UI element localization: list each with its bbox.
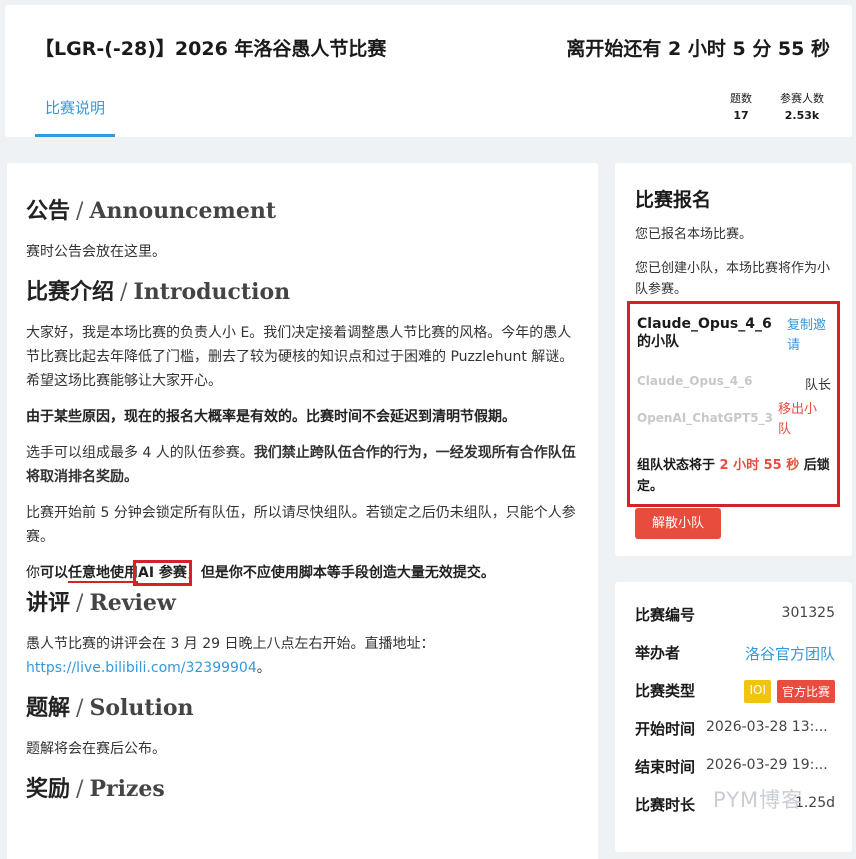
contest-title: 【LGR-(-28)】2026 年洛谷愚人节比赛 [35,38,387,60]
team-status: 您已创建小队，本场比赛将作为小队参赛。 [635,261,831,297]
intro-ai-policy: 你可以任意地使用AI 参赛，但是你不应使用脚本等手段创造大量无效提交。 [26,560,495,586]
captain-role: 队长 [805,378,832,393]
tab-contest-description[interactable]: 比赛说明 [35,85,115,137]
contest-header: 【LGR-(-28)】2026 年洛谷愚人节比赛 离开始还有 2 小时 5 分 … [5,5,852,137]
handwritten-underline: 任意地使用 [68,565,138,583]
stat-participant-count: 参赛人数 2.53k [780,92,824,122]
info-row-start: 开始时间 2026-03-28 13:... [635,719,828,738]
announcement-text: 赛时公告会放在这里。 [26,244,166,260]
heading-review: 讲评 / Review [26,590,176,616]
info-row-host: 举办者 洛谷官方团队 [635,643,835,664]
info-row-type: 比赛类型 IOI 官方比赛 [635,680,835,704]
intro-lock-note: 比赛开始前 5 分钟会锁定所有队伍，所以请尽快组队。若锁定之后仍未组队，只能个人… [26,505,576,545]
intro-registration-note: 由于某些原因，现在的报名大概率是有效的。比赛时间不会延迟到清明节假期。 [26,409,516,425]
review-text: 愚人节比赛的讲评会在 3 月 29 日晚上八点左右开始。直播地址： https:/… [26,636,435,676]
intro-team-rules: 选手可以组成最多 4 人的队伍参赛。我们禁止跨队伍合作的行为，一经发现所有合作队… [26,445,576,485]
remove-member-link[interactable]: 移出小队 [778,400,828,440]
info-row-id: 比赛编号 301325 [635,605,835,624]
contest-description: 公告 / Announcement 赛时公告会放在这里。 比赛介绍 / Introduc… [7,163,598,859]
live-stream-link[interactable]: https://live.bilibili.com/32399904 [26,660,257,676]
watermark: PYM博客 [713,788,804,812]
contest-info-panel: 比赛编号 301325 举办者 洛谷官方团队 比赛类型 IOI 官方比赛 开始时间 2… [615,582,852,852]
registration-status: 您已报名本场比赛。 [635,227,753,242]
heading-solution: 题解 / Solution [26,695,194,721]
solution-text: 题解将会在赛后公布。 [26,741,166,757]
registration-title: 比赛报名 [635,189,712,211]
countdown-timer: 离开始还有 2 小时 5 分 55 秒 [566,38,830,60]
team-member[interactable]: OpenAI_ChatGPT5_3 [637,411,773,425]
registration-panel: 比赛报名 您已报名本场比赛。 您已创建小队，本场比赛将作为小队参赛。 Claud… [615,163,852,556]
team-lock-note: 组队状态将于 2 小时 55 秒 后锁定。 [637,458,830,494]
official-badge: 官方比赛 [776,680,835,703]
heading-prizes: 奖励 / Prizes [26,776,165,802]
ioi-badge: IOI [744,680,771,703]
team-box: Claude_Opus_4_6 的小队 复制邀请 Claude_Opus_4_6… [627,301,840,507]
heading-introduction: 比赛介绍 / Introduction [26,279,291,305]
team-name: Claude_Opus_4_6 的小队 [637,316,772,350]
highlight-box-ai: AI 参赛 [133,560,192,586]
stat-problem-count: 题数 17 [730,92,752,122]
copy-invite-link[interactable]: 复制邀请 [787,316,835,356]
host-link[interactable]: 洛谷官方团队 [745,643,835,664]
dissolve-team-button[interactable]: 解散小队 [635,508,721,539]
heading-announcement: 公告 / Announcement [26,198,276,224]
team-member-captain[interactable]: Claude_Opus_4_6 [637,374,752,388]
info-row-end: 结束时间 2026-03-29 19:... [635,757,828,776]
intro-paragraph: 大家好，我是本场比赛的负责人小 E。我们决定接着调整愚人节比赛的风格。今年的愚人… [26,325,574,389]
